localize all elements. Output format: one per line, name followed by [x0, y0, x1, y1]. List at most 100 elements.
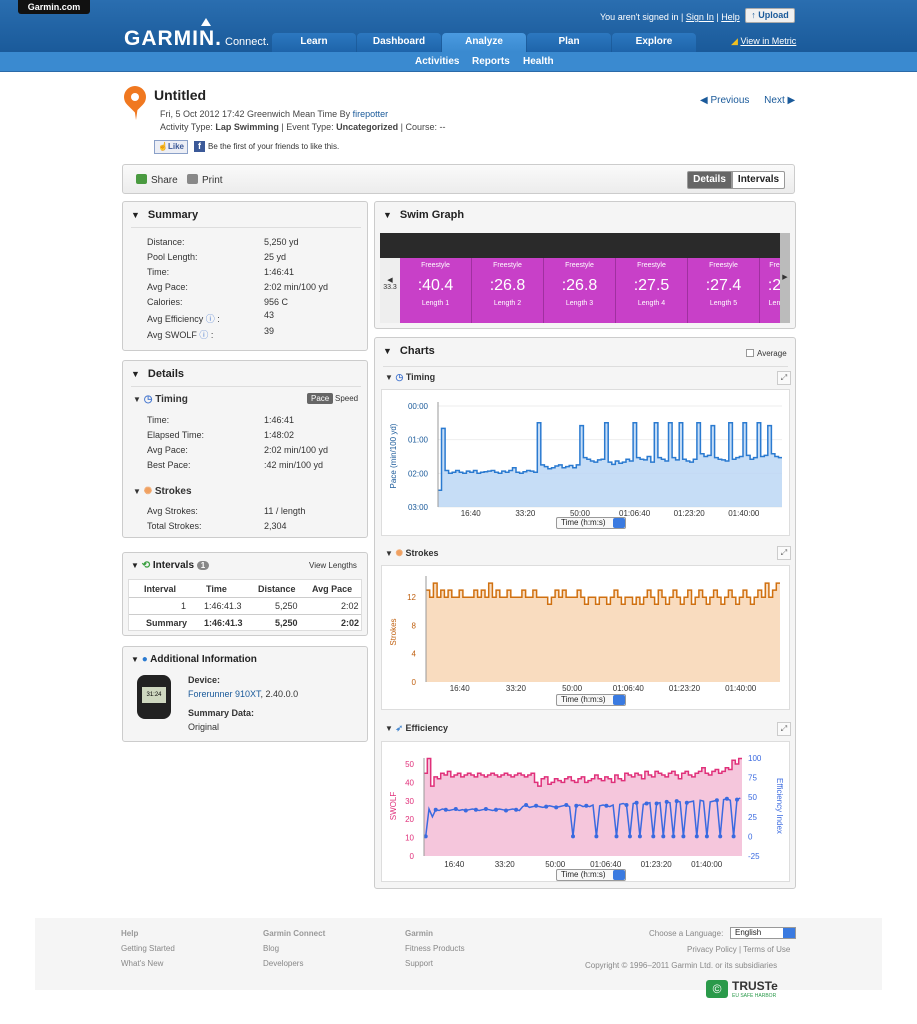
intervals-header[interactable]: ▼ ⟲ Intervals 1 — [131, 560, 210, 571]
share-label: Share — [151, 175, 178, 186]
length-bar[interactable]: Freestyle:26.8 Length 2 — [472, 258, 544, 323]
logo-triangle-icon — [201, 18, 211, 26]
collapse-triangle-icon: ▼ — [133, 487, 141, 496]
length-bar[interactable]: Freestyle:26.8 Length 3 — [544, 258, 616, 323]
timing-time-select[interactable]: Time (h:m:s) — [556, 517, 626, 529]
activity-type[interactable]: Lap Swimming — [215, 122, 279, 132]
y-tick-label: 10 — [405, 834, 414, 843]
like-button[interactable]: ☝Like — [154, 140, 188, 154]
average-checkbox[interactable]: Average — [746, 349, 787, 358]
details-header[interactable]: ▼ Details — [131, 368, 184, 380]
swim-graph-title: Swim Graph — [399, 209, 465, 221]
tab-dashboard[interactable]: Dashboard — [357, 33, 441, 52]
timing-chart-header[interactable]: ▼ ◷ Timing — [385, 372, 435, 383]
collapse-triangle-icon: ▼ — [131, 210, 140, 220]
activity-toolbar: Share Print Details Intervals — [122, 164, 795, 194]
swim-scrollbar[interactable]: ▶ — [780, 233, 790, 323]
footer-heading[interactable]: Garmin Connect — [263, 929, 325, 938]
length-bar[interactable]: Freestyle:27.5 Length 4 — [616, 258, 688, 323]
upload-button[interactable]: ↑ Upload — [745, 8, 795, 23]
strokes-chart-header[interactable]: ▼ ✺ Strokes — [385, 548, 439, 559]
language-select[interactable]: English — [730, 927, 796, 939]
efficiency-chart-header[interactable]: ▼ ➶ Efficiency — [385, 723, 448, 734]
info-icon[interactable]: ⓘ — [206, 314, 215, 324]
view-metric-link[interactable]: ◢ View in Metric — [731, 36, 796, 47]
expand-icon[interactable]: ⤢ — [777, 371, 791, 385]
footer-link[interactable]: Support — [405, 959, 465, 968]
summary-title: Summary — [147, 209, 199, 221]
footer-link[interactable]: Getting Started — [121, 944, 175, 953]
summary-header[interactable]: ▼ Summary — [131, 209, 198, 221]
tab-plan[interactable]: Plan — [527, 33, 611, 52]
efficiency-point — [524, 803, 529, 807]
sign-in-link[interactable]: Sign In — [686, 12, 714, 22]
tab-analyze[interactable]: Analyze — [442, 33, 526, 52]
stopwatch-icon: ◷ — [143, 394, 153, 405]
garmin-connect-logo[interactable]: GARMIN. Connect. — [124, 27, 269, 51]
view-lengths-link[interactable]: View Lengths — [309, 561, 357, 570]
strokes-header[interactable]: ▼ ✺ Strokes — [133, 486, 192, 497]
details-toggle[interactable]: Details — [687, 171, 732, 189]
share-button[interactable]: Share — [136, 174, 178, 186]
privacy-links[interactable]: Privacy Policy | Terms of Use — [687, 945, 790, 954]
pin-dot — [131, 93, 139, 101]
efficiency-chart[interactable]: 0 10 20 30 40 50 -25 0 25 50 75 100 SWOLF Efficiency … — [381, 741, 790, 882]
subnav-reports[interactable]: Reports — [472, 56, 510, 67]
summary-cell-distance: 5,250 — [275, 618, 298, 628]
footer-heading[interactable]: Help — [121, 929, 175, 938]
y-tick-label: 01:00 — [408, 436, 429, 445]
event-type[interactable]: Uncategorized — [336, 122, 398, 132]
select-arrow-icon — [613, 695, 625, 705]
footer-col-connect: Garmin Connect Blog Developers — [263, 929, 325, 968]
expand-icon[interactable]: ⤢ — [777, 546, 791, 560]
activity-title[interactable]: Untitled — [154, 87, 206, 103]
tab-learn[interactable]: Learn — [272, 33, 356, 52]
pace-toggle[interactable]: Pace — [307, 393, 334, 404]
length-bar[interactable]: Freestyle:40.4 Length 1 — [400, 258, 472, 323]
copyright: Copyright © 1996–2011 Garmin Ltd. or its… — [585, 961, 778, 970]
summary-label-swolf: Avg SWOLF ⓘ : — [147, 330, 214, 340]
timing-header[interactable]: ▼ ◷ Timing — [133, 394, 188, 405]
truste-sub: EU SAFE HARBOR — [732, 993, 777, 999]
footer-link[interactable]: Developers — [263, 959, 325, 968]
swim-left-scroll[interactable]: ◀ 33.3 — [380, 258, 400, 323]
garmin-com-link[interactable]: Garmin.com — [18, 0, 90, 14]
swim-graph-header[interactable]: ▼ Swim Graph — [383, 209, 464, 221]
next-link[interactable]: Next ▶ — [764, 95, 795, 106]
average-label: Average — [757, 349, 787, 358]
print-button[interactable]: Print — [187, 174, 223, 186]
efficiency-point — [718, 834, 723, 839]
course: | Course: -- — [400, 122, 446, 132]
timing-chart[interactable]: 00:00 01:00 02:00 03:00 Pace (min/100 yd) 16:… — [381, 389, 790, 536]
timing-label-time: Time: — [147, 415, 170, 425]
additional-title: Additional Information — [150, 654, 257, 665]
subnav-health[interactable]: Health — [523, 56, 554, 67]
efficiency-time-select[interactable]: Time (h:m:s) — [556, 869, 626, 881]
additional-header[interactable]: ▼ ● Additional Information — [131, 654, 257, 665]
strokes-time-select[interactable]: Time (h:m:s) — [556, 694, 626, 706]
length-bar[interactable]: Freestyle:27.4 Length 5 — [688, 258, 760, 323]
footer-link[interactable]: Fitness Products — [405, 944, 465, 953]
previous-link[interactable]: ◀ Previous — [700, 95, 749, 106]
charts-header[interactable]: ▼ Charts — [383, 345, 435, 357]
truste-badge[interactable]: © TRUSTe EU SAFE HARBOR — [706, 978, 796, 1000]
efficiency-point — [634, 800, 639, 805]
tab-explore[interactable]: Explore — [612, 33, 696, 52]
help-link[interactable]: Help — [721, 12, 740, 22]
device-link[interactable]: Forerunner 910XT — [188, 689, 261, 699]
strokes-chart[interactable]: 0 4 8 12 Strokes 16:40 33:20 50:00 01:06:40 01:23… — [381, 565, 790, 710]
swim-graph[interactable]: ◀ 33.3 Freestyle:40.4 Length 1 Freestyle:2… — [380, 233, 790, 323]
subnav-activities[interactable]: Activities — [415, 56, 459, 67]
user-link[interactable]: firepotter — [353, 109, 389, 119]
timing-label-elapsed: Elapsed Time: — [147, 430, 205, 440]
expand-icon[interactable]: ⤢ — [777, 722, 791, 736]
info-icon[interactable]: ⓘ — [199, 330, 208, 340]
speed-toggle[interactable]: Speed — [335, 394, 358, 403]
timing-chart-title: Timing — [405, 372, 436, 382]
footer-link[interactable]: What's New — [121, 959, 175, 968]
summary-value-pace: 2:02 min/100 yd — [264, 282, 329, 292]
footer-heading[interactable]: Garmin — [405, 929, 465, 938]
efficiency-point — [664, 799, 669, 804]
intervals-toggle[interactable]: Intervals — [732, 171, 785, 189]
footer-link[interactable]: Blog — [263, 944, 325, 953]
